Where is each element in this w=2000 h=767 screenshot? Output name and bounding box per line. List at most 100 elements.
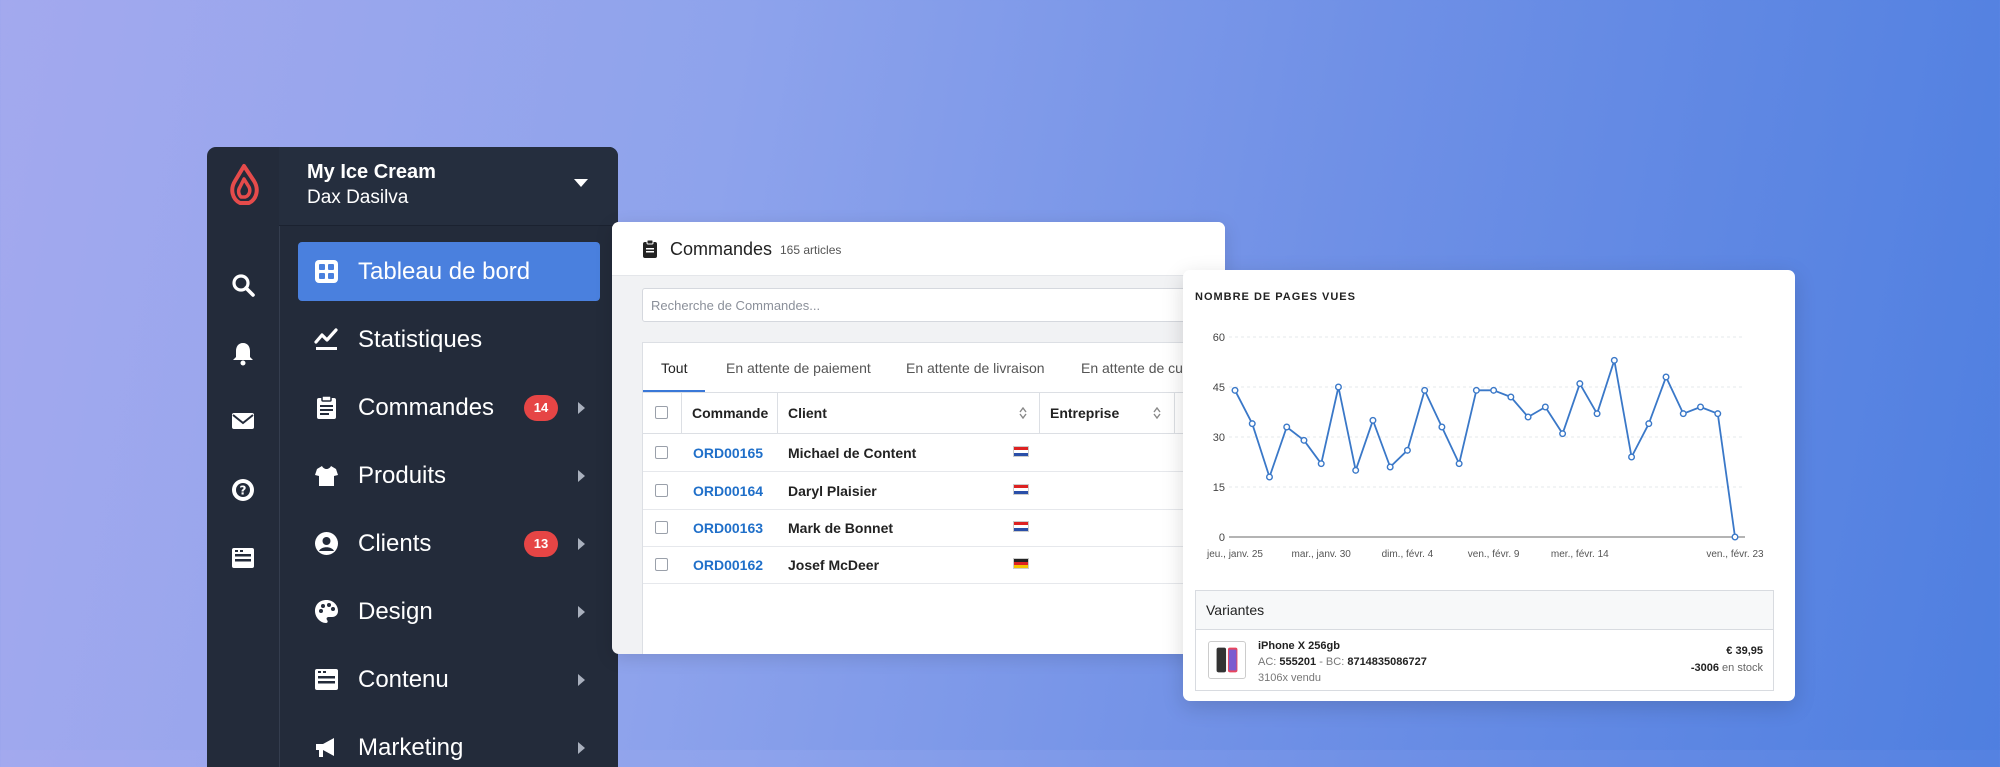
data-point (1317, 460, 1325, 468)
mail-icon[interactable] (229, 407, 257, 435)
sidebar-item-dashboard[interactable]: Tableau de bord (298, 242, 600, 301)
pageviews-card: NOMBRE DE PAGES VUES 0 15 30 45 60 jeu., janv… (1183, 270, 1795, 701)
sidebar-item-label: Marketing (358, 733, 464, 761)
sidebar-item-stats[interactable]: Statistiques (298, 310, 600, 369)
x-tick-label: mar., janv. 30 (1292, 549, 1352, 560)
stock-label: en stock (1722, 662, 1763, 674)
logo-icon[interactable] (226, 163, 262, 209)
chevron-right-icon (578, 742, 585, 754)
data-point (1352, 466, 1360, 474)
sidebar-item-products[interactable]: Produits (298, 446, 600, 505)
bell-icon[interactable] (229, 339, 257, 367)
sidebar-item-orders[interactable]: Commandes 14 (298, 378, 600, 437)
column-header-client[interactable]: Client (777, 393, 1039, 433)
flag-de-icon (1013, 558, 1029, 569)
data-point (1559, 430, 1567, 438)
pageviews-chart: 0 15 30 45 60 jeu., janv. 25 mar., janv. 30 dim… (1206, 332, 1764, 560)
row-checkbox[interactable] (655, 446, 668, 459)
data-point (1265, 473, 1273, 481)
x-tick-label: ven., févr. 23 (1706, 549, 1764, 560)
variants-panel: Variantes iPhone X 256gb AC: 555201 - BC… (1195, 590, 1774, 691)
y-tick-label: 45 (1213, 382, 1225, 394)
icon-rail: ? (207, 147, 280, 767)
data-point (1421, 386, 1429, 394)
table-row[interactable]: ORD00162 Josef McDeer (643, 546, 1225, 584)
chevron-right-icon (578, 470, 585, 482)
clients-count-badge: 13 (524, 531, 558, 557)
sidebar-item-label: Tableau de bord (358, 257, 531, 285)
flag-nl-icon (1013, 446, 1029, 457)
palette-icon (313, 599, 339, 625)
bc-value: 8714835086727 (1347, 656, 1427, 668)
help-icon[interactable]: ? (229, 476, 257, 504)
data-point (1472, 386, 1480, 394)
variants-header: Variantes (1196, 591, 1773, 630)
tab-awaiting-shipping[interactable]: En attente de livraison (906, 343, 1045, 392)
tab-awaiting-payment[interactable]: En attente de paiement (726, 343, 871, 392)
row-checkbox[interactable] (655, 484, 668, 497)
tab-all[interactable]: Tout (643, 343, 705, 392)
clients-icon (313, 531, 339, 557)
svg-text:?: ? (240, 484, 247, 498)
data-point (1438, 423, 1446, 431)
code-separator: - (1319, 656, 1323, 668)
order-link[interactable]: ORD00162 (693, 557, 763, 573)
sidebar-item-content[interactable]: Contenu (298, 650, 600, 709)
clipboard-icon (643, 240, 657, 258)
data-point (1300, 436, 1308, 444)
store-name: My Ice Cream (307, 161, 436, 183)
orders-table: Tout En attente de paiement En attente d… (642, 342, 1225, 654)
data-point (1507, 393, 1515, 401)
sidebar-item-label: Statistiques (358, 325, 483, 353)
sort-icon[interactable] (1153, 407, 1161, 419)
sidebar-item-label: Clients (358, 529, 432, 557)
orders-count-badge: 14 (524, 395, 558, 421)
chevron-right-icon (578, 402, 585, 414)
page-title: Commandes (670, 239, 773, 259)
y-tick-label: 30 (1213, 432, 1225, 444)
order-link[interactable]: ORD00165 (693, 445, 763, 461)
sidebar-item-design[interactable]: Design (298, 582, 600, 641)
variant-name: iPhone X 256gb (1258, 640, 1340, 652)
search-icon[interactable] (229, 271, 257, 299)
sidebar-item-label: Design (358, 597, 433, 625)
bc-label: BC: (1325, 656, 1345, 668)
content-icon[interactable] (229, 544, 257, 572)
data-point (1403, 446, 1411, 454)
ac-label: AC: (1258, 656, 1277, 668)
table-row[interactable]: ORD00163 Mark de Bonnet (643, 509, 1225, 547)
data-point (1697, 403, 1705, 411)
client-name: Michael de Content (788, 445, 917, 461)
store-switcher[interactable]: My Ice Cream Dax Dasilva (279, 147, 618, 226)
chevron-down-icon[interactable] (574, 179, 588, 187)
data-point (1593, 410, 1601, 418)
sort-icon[interactable] (1019, 407, 1027, 419)
orders-header: Commandes 165 articles (612, 222, 1225, 276)
row-checkbox[interactable] (655, 521, 668, 534)
dashboard-icon (313, 259, 339, 285)
column-header-order[interactable]: Commande (681, 393, 777, 433)
table-header: Commande Client Entreprise (643, 393, 1225, 434)
x-tick-label: ven., févr. 9 (1468, 549, 1520, 560)
order-link[interactable]: ORD00164 (693, 483, 763, 499)
select-all-checkbox[interactable] (655, 406, 668, 419)
products-icon (313, 463, 339, 489)
sidebar-item-marketing[interactable]: Marketing (298, 718, 600, 767)
client-name: Daryl Plaisier (788, 483, 877, 499)
search-input[interactable]: Recherche de Commandes... (642, 288, 1225, 322)
stats-icon (313, 327, 339, 353)
data-point (1679, 410, 1687, 418)
x-tick-label: jeu., janv. 25 (1206, 549, 1263, 560)
stock-value: -3006 (1690, 662, 1719, 674)
flag-nl-icon (1013, 484, 1029, 495)
sidebar-item-clients[interactable]: Clients 13 (298, 514, 600, 573)
order-link[interactable]: ORD00163 (693, 520, 763, 536)
chart-title: NOMBRE DE PAGES VUES (1195, 291, 1356, 303)
data-point (1455, 460, 1463, 468)
row-checkbox[interactable] (655, 558, 668, 571)
sidebar-item-label: Commandes (358, 393, 495, 421)
data-point (1541, 403, 1549, 411)
table-row[interactable]: ORD00164 Daryl Plaisier (643, 472, 1225, 510)
variant-price-stock: € 39,95 -3006 en stock (1691, 643, 1763, 677)
table-row[interactable]: ORD00165 Michael de Content (643, 434, 1225, 472)
